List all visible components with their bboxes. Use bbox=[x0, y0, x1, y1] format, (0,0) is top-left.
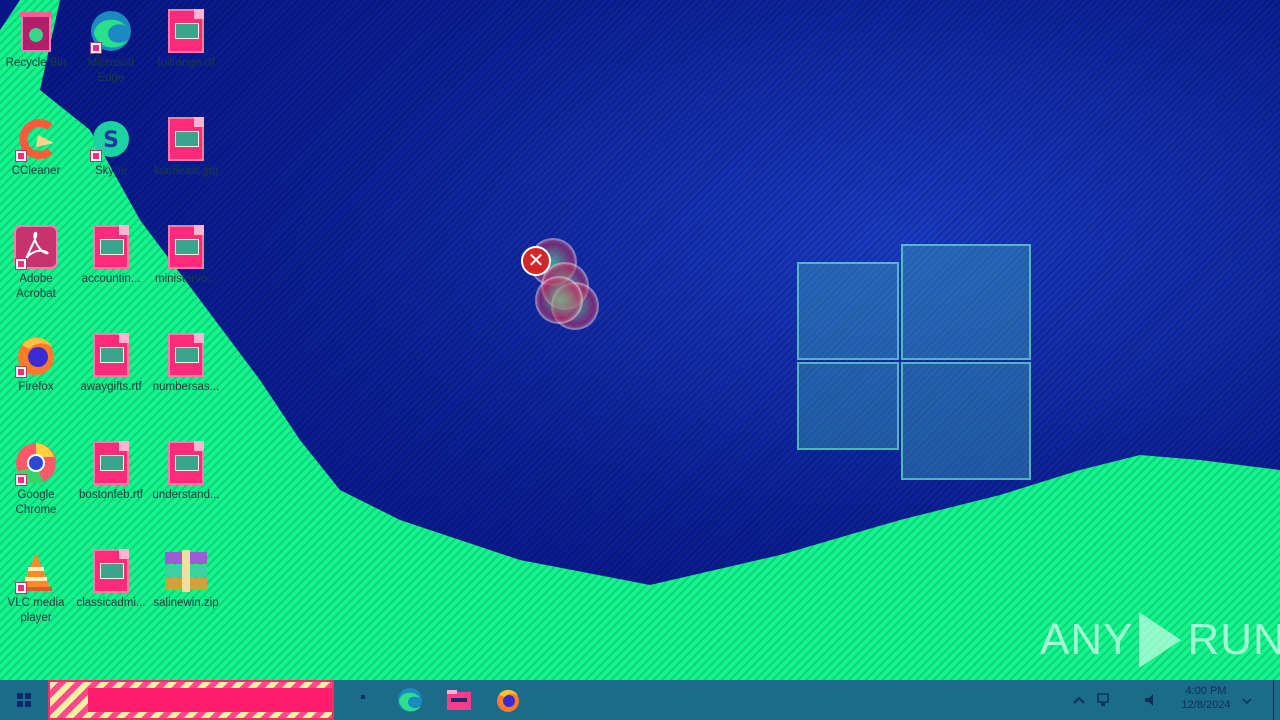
desktop-icon-label: numbersas... bbox=[152, 381, 220, 393]
desktop-icon-awaygifts[interactable]: awaygifts.rtf bbox=[75, 332, 147, 395]
desktop-icon-label: Skype bbox=[95, 165, 127, 177]
desktop-icon-fullrange[interactable]: fullrange.rtf bbox=[150, 8, 222, 71]
notification-center-icon[interactable] bbox=[1238, 691, 1256, 709]
ccleaner-icon bbox=[13, 116, 59, 162]
desktop-icon-ministervo[interactable]: ministervo... bbox=[150, 224, 222, 287]
desktop-icon-label: VLC media player bbox=[7, 597, 65, 624]
firefox-icon bbox=[13, 332, 59, 378]
desktop-icon-label: accountin... bbox=[81, 273, 141, 285]
desktop[interactable]: Recycle Bin CCleaner Adobe Acrobat Firef… bbox=[0, 0, 1280, 680]
desktop-icon-vlc[interactable]: VLC media player bbox=[0, 548, 72, 626]
windows-logo-pane-top-left bbox=[797, 262, 899, 360]
desktop-icon-label: Recycle Bin bbox=[5, 57, 67, 69]
desktop-icon-label: understand... bbox=[152, 489, 220, 501]
desktop-icon-ccleaner[interactable]: CCleaner bbox=[0, 116, 72, 179]
desktop-icon-adobe-acrobat[interactable]: Adobe Acrobat bbox=[0, 224, 72, 302]
desktop-icon-label: salinewin.zip bbox=[153, 597, 219, 609]
anyrun-watermark: ANY RUN bbox=[1040, 610, 1280, 670]
clock-date: 12/8/2024 bbox=[1181, 699, 1231, 711]
rtf-document-icon bbox=[163, 8, 209, 54]
clock-time: 4:00 PM bbox=[1185, 685, 1227, 697]
recycle-bin-icon bbox=[13, 8, 59, 54]
desktop-icon-label: Firefox bbox=[18, 381, 54, 393]
rtf-document-icon bbox=[88, 440, 134, 486]
shortcut-arrow-icon bbox=[15, 150, 27, 162]
start-button[interactable] bbox=[0, 680, 48, 720]
watermark-left-text: ANY bbox=[1040, 615, 1134, 664]
desktop-icon-label: Microsoft Edge bbox=[87, 57, 135, 84]
rtf-document-icon bbox=[163, 440, 209, 486]
shortcut-arrow-icon bbox=[15, 366, 27, 378]
taskbar-file-explorer-button[interactable] bbox=[443, 684, 475, 716]
desktop-icon-label: classicadmi... bbox=[76, 597, 146, 609]
desktop-icon-label: fullrange.rtf bbox=[157, 57, 215, 69]
windows-logo-pane-bottom-right bbox=[901, 362, 1031, 480]
file-explorer-icon bbox=[447, 690, 471, 710]
edge-icon bbox=[398, 688, 422, 712]
taskbar: 4:00 PM 12/8/2024 bbox=[0, 680, 1280, 720]
show-desktop-button[interactable] bbox=[1273, 680, 1280, 720]
error-ghost-icon bbox=[535, 276, 583, 324]
windows-logo-pane-bottom-left bbox=[797, 362, 899, 450]
desktop-icon-numbersas[interactable]: numbersas... bbox=[150, 332, 222, 395]
desktop-icon-classicadmi[interactable]: classicadmi... bbox=[75, 548, 147, 611]
edge-icon bbox=[88, 8, 134, 54]
windows-logo-pane-top-right bbox=[901, 244, 1031, 360]
desktop-icon-accountin[interactable]: accountin... bbox=[75, 224, 147, 287]
desktop-icon-firefox[interactable]: Firefox bbox=[0, 332, 72, 395]
rtf-document-icon bbox=[88, 332, 134, 378]
image-file-icon bbox=[163, 116, 209, 162]
desktop-icon-label: Google Chrome bbox=[15, 489, 57, 516]
image-file-icon bbox=[163, 224, 209, 270]
error-x-icon[interactable]: ✕ bbox=[521, 246, 551, 276]
desktop-icon-label: CCleaner bbox=[11, 165, 61, 177]
search-input[interactable] bbox=[88, 688, 332, 712]
watermark-right-text: RUN bbox=[1187, 615, 1280, 664]
desktop-icon-label: loanleast.jpg bbox=[153, 165, 219, 177]
volume-icon[interactable] bbox=[1142, 691, 1160, 709]
rtf-document-icon bbox=[163, 332, 209, 378]
windows-start-icon bbox=[17, 693, 31, 707]
desktop-icon-label: bostonfeb.rtf bbox=[79, 489, 143, 501]
vlc-cone-icon bbox=[13, 548, 59, 594]
desktop-icon-understand[interactable]: understand... bbox=[150, 440, 222, 503]
task-view-button[interactable] bbox=[350, 684, 382, 716]
desktop-icon-label: Adobe Acrobat bbox=[16, 273, 56, 300]
desktop-icon-google-chrome[interactable]: Google Chrome bbox=[0, 440, 72, 518]
shortcut-arrow-icon bbox=[15, 582, 27, 594]
desktop-icon-label: awaygifts.rtf bbox=[80, 381, 142, 393]
image-file-icon bbox=[88, 224, 134, 270]
network-icon[interactable] bbox=[1094, 691, 1112, 709]
shortcut-arrow-icon bbox=[90, 150, 102, 162]
system-clock[interactable]: 4:00 PM 12/8/2024 bbox=[1166, 684, 1246, 712]
svg-text:S: S bbox=[103, 128, 119, 153]
desktop-icon-microsoft-edge[interactable]: Microsoft Edge bbox=[75, 8, 147, 86]
shortcut-arrow-icon bbox=[15, 474, 27, 486]
show-hidden-icons-chevron-icon[interactable] bbox=[1070, 691, 1088, 709]
desktop-icon-recycle-bin[interactable]: Recycle Bin bbox=[0, 8, 72, 71]
desktop-icon-loanleast[interactable]: loanleast.jpg bbox=[150, 116, 222, 179]
google-chrome-icon bbox=[13, 440, 59, 486]
shortcut-arrow-icon bbox=[15, 258, 27, 270]
skype-icon: S bbox=[88, 116, 134, 162]
taskbar-search-box[interactable] bbox=[48, 680, 334, 720]
taskbar-firefox-button[interactable] bbox=[492, 684, 524, 716]
desktop-icon-bostonfeb[interactable]: bostonfeb.rtf bbox=[75, 440, 147, 503]
firefox-icon bbox=[497, 689, 519, 712]
zip-archive-icon bbox=[163, 548, 209, 594]
adobe-acrobat-icon bbox=[13, 224, 59, 270]
task-view-icon bbox=[361, 695, 365, 699]
taskbar-edge-button[interactable] bbox=[394, 684, 426, 716]
play-triangle-icon bbox=[1139, 612, 1182, 668]
desktop-icon-label: ministervo... bbox=[155, 273, 217, 285]
desktop-icon-salinewin[interactable]: salinewin.zip bbox=[150, 548, 222, 611]
rtf-document-icon bbox=[88, 548, 134, 594]
error-popup-stack[interactable]: ✕ bbox=[515, 232, 605, 332]
desktop-icon-skype[interactable]: S Skype bbox=[75, 116, 147, 179]
shortcut-arrow-icon bbox=[90, 42, 102, 54]
